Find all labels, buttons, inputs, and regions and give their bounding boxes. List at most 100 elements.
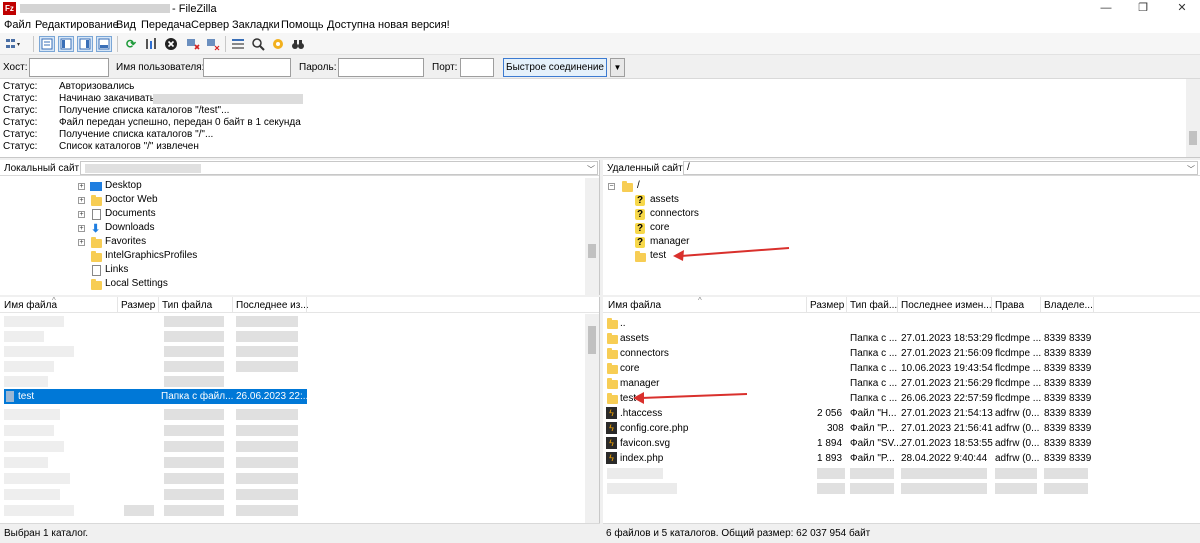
remote-file-row[interactable]: ϟ .htaccess 2 056 Файл "H... 27.01.2023 …	[603, 406, 1200, 421]
column-divider[interactable]	[806, 297, 807, 313]
expand-icon[interactable]: +	[78, 239, 85, 246]
menu-server[interactable]: Сервер	[191, 19, 229, 31]
column-divider[interactable]	[897, 297, 898, 313]
column-divider[interactable]	[306, 297, 307, 313]
chevron-down-icon[interactable]: ﹀	[1187, 164, 1195, 176]
expand-icon[interactable]: +	[78, 225, 85, 232]
expand-icon[interactable]: +	[78, 211, 85, 218]
column-divider[interactable]	[1093, 297, 1094, 313]
column-modified[interactable]: Последнее из...	[236, 300, 309, 311]
remote-file-row[interactable]: ϟ index.php 1 893 Файл "P... 28.04.2022 …	[603, 451, 1200, 466]
file-name: .htaccess	[620, 408, 663, 419]
folder-icon	[607, 348, 618, 359]
local-path-input[interactable]: ﹀	[80, 161, 598, 175]
local-tree-scrollbar-thumb[interactable]	[588, 244, 596, 258]
close-button[interactable]: ✕	[1172, 1, 1192, 16]
remote-file-row[interactable]: core Папка с ... 10.06.2023 19:43:54 flc…	[603, 361, 1200, 376]
remote-file-row[interactable]: ϟ config.core.php 308 Файл "P... 27.01.2…	[603, 421, 1200, 436]
column-size[interactable]: Размер	[121, 300, 155, 311]
column-filename[interactable]: Имя файла	[4, 300, 57, 311]
local-file-row-selected[interactable]: test Папка с файл... 26.06.2023 22:...	[4, 389, 311, 404]
username-input[interactable]	[203, 58, 291, 77]
local-tree-scrollbar[interactable]	[585, 178, 599, 295]
site-manager-icon[interactable]	[5, 36, 21, 52]
reconnect-icon[interactable]	[205, 36, 221, 52]
file-date: 27.01.2023 21:54:13	[901, 408, 993, 419]
blurred-filename	[4, 505, 74, 516]
toggle-log-icon[interactable]	[39, 36, 55, 52]
process-queue-icon[interactable]	[143, 36, 159, 52]
menu-file[interactable]: Файл	[4, 19, 31, 31]
blurred-filename	[4, 489, 60, 500]
remote-path-input[interactable]: / ﹀	[683, 161, 1198, 175]
column-type[interactable]: Тип фай...	[850, 300, 897, 311]
maximize-button[interactable]: ❐	[1133, 1, 1153, 16]
file-owner: 8339 8339	[1044, 378, 1092, 389]
cancel-operation-icon[interactable]	[163, 36, 179, 52]
menu-edit[interactable]: Редактирование	[35, 19, 119, 31]
menu-transfer[interactable]: Передача	[141, 19, 191, 31]
column-filename[interactable]: Имя файла	[608, 300, 661, 311]
blurred-type	[164, 331, 224, 342]
expand-icon[interactable]: +	[78, 183, 85, 190]
menu-bookmarks[interactable]: Закладки	[232, 19, 280, 31]
remote-file-row[interactable]: connectors Папка с ... 27.01.2023 21:56:…	[603, 346, 1200, 361]
column-divider[interactable]	[991, 297, 992, 313]
blurred-type	[164, 489, 224, 500]
column-type[interactable]: Тип файла	[162, 300, 212, 311]
quickconnect-bar: Хост: Имя пользователя: Пароль: Порт: Бы…	[0, 55, 1200, 79]
column-divider[interactable]	[117, 297, 118, 313]
local-list-scrollbar[interactable]	[585, 314, 599, 523]
menu-help[interactable]: Помощь	[281, 19, 324, 31]
column-divider[interactable]	[232, 297, 233, 313]
binoculars-icon[interactable]	[290, 36, 306, 52]
file-owner: 8339 8339	[1044, 423, 1092, 434]
remote-tree-pane: Удаленный сайт: / ﹀ − / ? assets ? conne…	[603, 160, 1200, 295]
log-scrollbar-thumb[interactable]	[1189, 131, 1197, 145]
quickconnect-button[interactable]: Быстрое соединение	[503, 58, 607, 77]
blurred-owner	[1044, 483, 1088, 494]
remote-file-row[interactable]: manager Папка с ... 27.01.2023 21:56:29 …	[603, 376, 1200, 391]
toggle-local-tree-icon[interactable]	[58, 36, 74, 52]
remote-path-value: /	[687, 162, 690, 173]
password-input[interactable]	[338, 58, 424, 77]
collapse-icon[interactable]: −	[608, 183, 615, 190]
refresh-icon[interactable]: ⟳	[123, 36, 139, 52]
local-list-scrollbar-thumb[interactable]	[588, 326, 596, 354]
sort-indicator-icon: ^	[52, 297, 56, 305]
tree-item-label: Links	[105, 264, 129, 275]
column-modified[interactable]: Последнее измен...	[901, 300, 992, 311]
menu-view[interactable]: Вид	[116, 19, 136, 31]
file-date: 27.01.2023 18:53:55	[901, 438, 993, 449]
log-scrollbar[interactable]	[1186, 79, 1200, 157]
remote-file-row[interactable]: ..	[603, 316, 1200, 331]
column-size[interactable]: Размер	[810, 300, 844, 311]
host-input[interactable]	[29, 58, 109, 77]
file-permissions: flcdmpe ...	[995, 363, 1042, 374]
quickconnect-history-dropdown[interactable]: ▼	[610, 58, 625, 77]
remote-file-row[interactable]: ϟ favicon.svg 1 894 Файл "SV... 27.01.20…	[603, 436, 1200, 451]
column-divider[interactable]	[1040, 297, 1041, 313]
remote-file-row[interactable]: test Папка с ... 26.06.2023 22:57:59 flc…	[603, 391, 1200, 406]
directory-listing-filters-icon[interactable]	[230, 36, 246, 52]
column-divider[interactable]	[846, 297, 847, 313]
toolbar-separator	[117, 36, 118, 52]
column-divider[interactable]	[158, 297, 159, 313]
menu-new-version[interactable]: Доступна новая версия!	[327, 19, 450, 31]
synchronized-browsing-icon[interactable]	[270, 36, 286, 52]
expand-icon[interactable]: +	[78, 197, 85, 204]
blurred-date	[236, 361, 298, 372]
column-permissions[interactable]: Права	[995, 300, 1024, 311]
toggle-remote-tree-icon[interactable]	[77, 36, 93, 52]
disconnect-icon[interactable]	[185, 36, 201, 52]
remote-file-row[interactable]: assets Папка с ... 27.01.2023 18:53:29 f…	[603, 331, 1200, 346]
chevron-down-icon[interactable]: ﹀	[587, 164, 595, 176]
blurred-permissions	[995, 468, 1037, 479]
unknown-folder-icon: ?	[635, 195, 645, 206]
file-owner: 8339 8339	[1044, 348, 1092, 359]
search-icon[interactable]	[250, 36, 266, 52]
port-input[interactable]	[460, 58, 494, 77]
column-owner[interactable]: Владеле...	[1044, 300, 1093, 311]
toggle-queue-icon[interactable]	[96, 36, 112, 52]
minimize-button[interactable]: —	[1096, 1, 1116, 16]
